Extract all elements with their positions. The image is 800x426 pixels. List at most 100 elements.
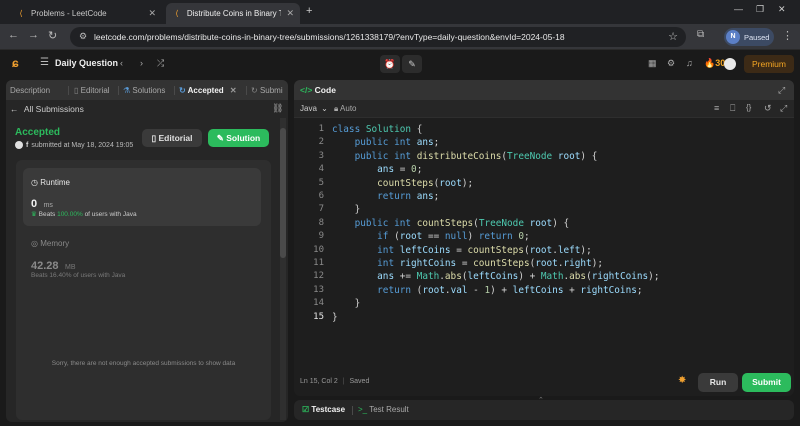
tab-accepted[interactable]: ↻ Accepted ✕ bbox=[179, 86, 237, 95]
bookmark-icon[interactable]: ⎕ bbox=[730, 103, 735, 114]
daily-question-title[interactable]: Daily Question bbox=[55, 58, 118, 68]
forward-arrow-icon[interactable]: → bbox=[28, 29, 39, 41]
profile-status: Paused bbox=[744, 32, 770, 42]
fullscreen-icon[interactable]: ⤢ bbox=[780, 103, 787, 114]
copy-link-icon[interactable]: ⛓ bbox=[272, 103, 283, 114]
code-line[interactable]: int rightCoins = countSteps(root.right); bbox=[332, 258, 603, 271]
prev-problem-icon[interactable]: ‹ bbox=[120, 58, 123, 68]
debug-icon[interactable]: ✸ bbox=[678, 375, 686, 386]
reset-icon[interactable]: ↺ bbox=[764, 103, 772, 114]
code-line[interactable]: int leftCoins = countSteps(root.left); bbox=[332, 245, 592, 258]
runtime-unit: ms bbox=[43, 202, 53, 209]
code-line[interactable]: public int ans; bbox=[332, 137, 440, 150]
submission-meta: f submitted at May 18, 2024 19:05 bbox=[15, 141, 133, 149]
run-button[interactable]: Run bbox=[698, 373, 738, 392]
tab-testcase[interactable]: ☑ Testcase bbox=[302, 405, 345, 414]
new-tab-icon[interactable]: + bbox=[306, 5, 312, 17]
close-window-icon[interactable]: ✕ bbox=[778, 4, 786, 15]
line-number: 10 bbox=[313, 244, 324, 255]
submit-button[interactable]: Submit bbox=[742, 373, 791, 392]
minimize-icon[interactable]: — bbox=[734, 4, 743, 14]
next-problem-icon[interactable]: › bbox=[140, 58, 143, 68]
code-line[interactable]: } bbox=[332, 312, 338, 325]
streak-counter[interactable]: 🔥30 bbox=[704, 58, 725, 69]
close-tab-icon[interactable]: ✕ bbox=[286, 8, 294, 19]
reload-icon[interactable]: ↻ bbox=[48, 29, 57, 42]
left-panel-tabs: Description ▯ Editorial ⚗ Solutions ↻ Ac… bbox=[6, 80, 288, 100]
profile-button[interactable]: N Paused bbox=[724, 28, 774, 46]
language-select[interactable]: Java ⌄ bbox=[300, 104, 328, 113]
site-info-icon[interactable]: ⚙ bbox=[79, 31, 87, 42]
address-bar[interactable]: ⚙ leetcode.com/problems/distribute-coins… bbox=[70, 27, 686, 47]
browser-menu-icon[interactable]: ⋮ bbox=[782, 29, 793, 42]
editor-status: Ln 15, Col 2 | Saved bbox=[300, 378, 370, 385]
extensions-icon[interactable]: ⧉ bbox=[697, 29, 704, 40]
tab-divider bbox=[246, 86, 247, 95]
tab-submissions[interactable]: ↻ Submi bbox=[251, 86, 283, 95]
code-line[interactable]: } bbox=[332, 298, 361, 311]
flask-icon: ⚗ bbox=[123, 86, 131, 95]
code-line[interactable]: if (root == null) return 0; bbox=[332, 231, 529, 244]
code-line[interactable]: public int distributeCoins(TreeNode root… bbox=[332, 151, 598, 164]
auto-mode-label: Auto bbox=[340, 104, 357, 113]
format-icon[interactable]: ≡ bbox=[714, 103, 719, 113]
scrollbar-track[interactable] bbox=[280, 118, 286, 420]
tab-divider bbox=[352, 406, 353, 415]
code-panel-header: </> Code ⤢ bbox=[294, 80, 794, 100]
code-line[interactable]: countSteps(root); bbox=[332, 178, 473, 191]
submission-status: Accepted bbox=[15, 127, 61, 138]
beats-prefix: Beats bbox=[38, 211, 56, 218]
crown-icon: ♛ bbox=[31, 211, 37, 218]
solution-button[interactable]: ✎ Solution bbox=[208, 129, 269, 147]
fire-icon: 🔥 bbox=[704, 58, 716, 68]
editorial-button-label: Editorial bbox=[158, 133, 193, 143]
notifications-icon[interactable]: ♫ bbox=[686, 58, 693, 68]
beats-percent: 100.00% bbox=[57, 211, 83, 218]
code-line[interactable]: public int countSteps(TreeNode root) { bbox=[332, 218, 570, 231]
all-submissions-link[interactable]: ← All Submissions bbox=[10, 104, 84, 114]
code-line[interactable]: return (root.val - 1) + leftCoins + righ… bbox=[332, 285, 642, 298]
user-avatar[interactable] bbox=[724, 58, 736, 70]
code-line[interactable]: class Solution { bbox=[332, 124, 422, 137]
auto-mode[interactable]: 🔒︎ Auto bbox=[334, 104, 357, 114]
performance-card: ◷ Runtime 0 ms ♛ Beats 100.00% of users … bbox=[16, 160, 271, 420]
settings-gear-icon[interactable]: ⚙ bbox=[667, 58, 675, 69]
shuffle-icon[interactable]: ⤮ bbox=[157, 58, 164, 69]
notes-icon[interactable]: ✎ bbox=[402, 55, 422, 73]
layout-icon[interactable]: ▦ bbox=[648, 58, 657, 69]
runtime-header: ◷ Runtime bbox=[31, 178, 70, 187]
leetcode-favicon-icon: ⟨ bbox=[175, 8, 179, 18]
scrollbar-thumb[interactable] bbox=[280, 128, 286, 258]
browser-tab-problems[interactable]: ⟨ Problems - LeetCode ✕ bbox=[10, 3, 162, 24]
user-avatar[interactable] bbox=[15, 141, 23, 149]
username[interactable]: f bbox=[26, 142, 28, 149]
restore-icon[interactable]: ❐ bbox=[756, 4, 764, 15]
close-tab-icon[interactable]: ✕ bbox=[230, 86, 237, 95]
leetcode-logo-icon[interactable]: ɕ bbox=[12, 56, 19, 70]
memory-header[interactable]: ◎ Memory bbox=[31, 239, 69, 248]
problem-list-icon[interactable]: ☰ bbox=[40, 57, 49, 68]
code-line[interactable]: return ans; bbox=[332, 191, 439, 204]
tab-description[interactable]: Description bbox=[10, 86, 50, 95]
bookmark-star-icon[interactable]: ☆ bbox=[668, 30, 678, 43]
expand-icon[interactable]: ⤢ bbox=[778, 85, 785, 96]
tab-test-result[interactable]: >_ Test Result bbox=[358, 405, 409, 414]
premium-button[interactable]: Premium bbox=[744, 55, 794, 73]
runtime-card[interactable]: ◷ Runtime 0 ms ♛ Beats 100.00% of users … bbox=[23, 168, 261, 226]
timer-icon[interactable]: ⏰ bbox=[380, 55, 400, 73]
braces-icon[interactable]: {} bbox=[746, 103, 751, 112]
tab-solutions[interactable]: ⚗ Solutions bbox=[123, 86, 165, 95]
code-editor[interactable]: 1 class Solution {2 public int ans; 3 publ… bbox=[294, 120, 794, 368]
tab-editorial[interactable]: ▯ Editorial bbox=[74, 86, 110, 95]
editorial-button[interactable]: ▯ Editorial bbox=[142, 129, 202, 147]
line-number: 9 bbox=[318, 231, 324, 242]
checkbox-icon: ☑ bbox=[302, 405, 310, 414]
code-line[interactable]: ans += Math.abs(leftCoins) + Math.abs(ri… bbox=[332, 271, 659, 284]
code-line[interactable]: } bbox=[332, 204, 361, 217]
close-tab-icon[interactable]: ✕ bbox=[148, 8, 156, 19]
code-line[interactable]: ans = 0; bbox=[332, 164, 422, 177]
browser-tab-distribute-coins[interactable]: ⟨ Distribute Coins in Binary Tree ✕ bbox=[166, 3, 300, 24]
book-icon: ▯ bbox=[151, 133, 157, 143]
line-number: 4 bbox=[318, 164, 324, 175]
back-arrow-icon[interactable]: ← bbox=[8, 29, 19, 41]
